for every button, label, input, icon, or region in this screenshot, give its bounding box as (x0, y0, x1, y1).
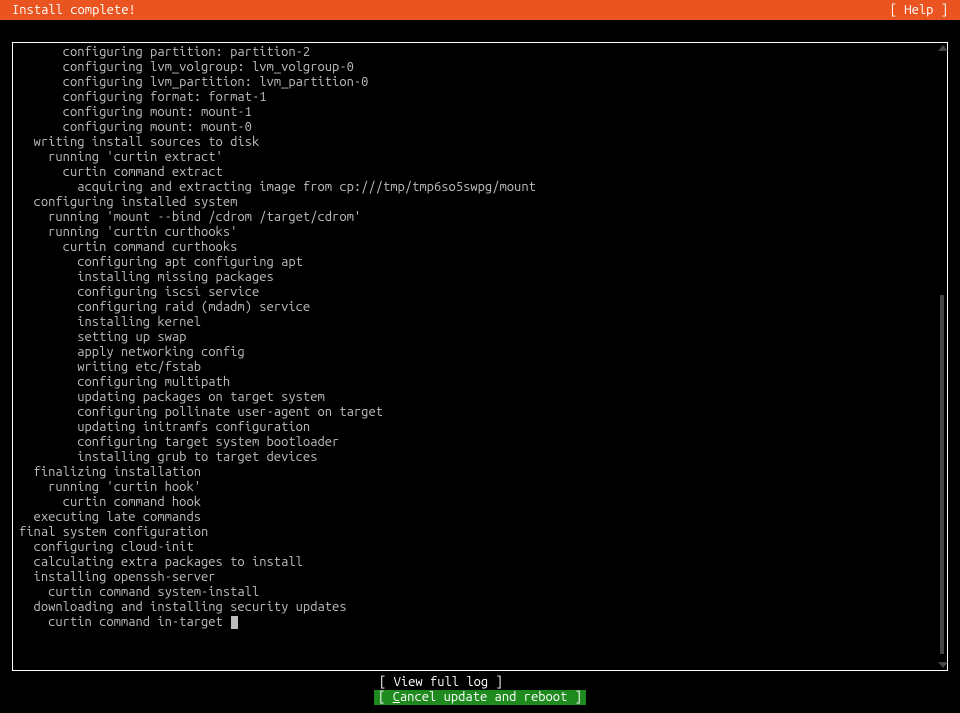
install-log-text: configuring partition: partition-2 confi… (13, 43, 947, 632)
hotkey-c: C (393, 690, 400, 704)
page-title: Install complete! (10, 3, 136, 18)
install-log-panel: configuring partition: partition-2 confi… (12, 42, 948, 671)
view-full-log-button[interactable]: [ View full log ] (375, 675, 585, 690)
scroll-thumb[interactable] (940, 295, 944, 654)
help-button[interactable]: [ Help ] (890, 3, 950, 18)
header-bar: Install complete! [ Help ] (0, 0, 960, 20)
scrollbar[interactable] (940, 47, 944, 666)
cursor (231, 616, 238, 629)
footer-actions: [ View full log ] [ Cancel update and re… (0, 675, 960, 705)
scroll-up-icon[interactable] (938, 45, 948, 51)
cancel-update-reboot-button[interactable]: [ Cancel update and reboot ] (374, 690, 586, 705)
scroll-down-icon[interactable] (938, 662, 948, 668)
